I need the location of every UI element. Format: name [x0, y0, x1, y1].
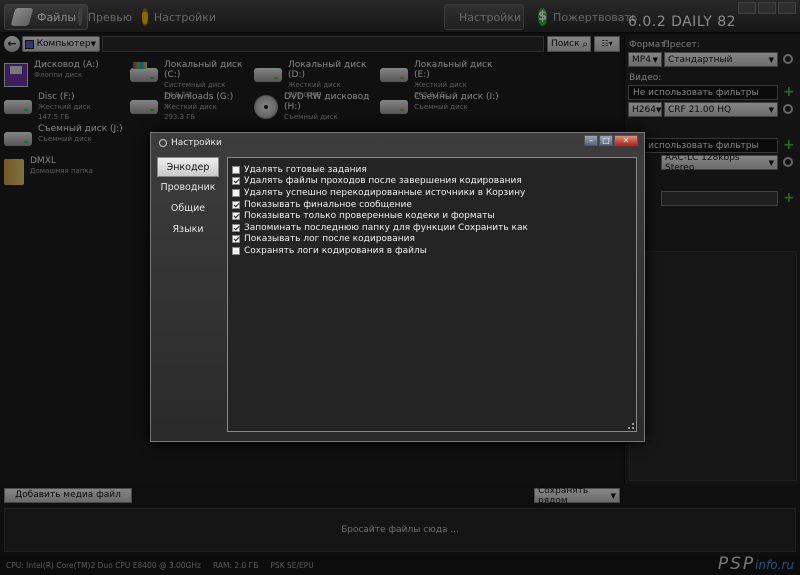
checkbox[interactable] [232, 177, 240, 186]
menu-explorer[interactable]: Проводник [157, 178, 219, 198]
checkbox[interactable] [232, 223, 240, 232]
option-label: Удалять готовые задания [244, 164, 367, 175]
encoder-options: Удалять готовые задания Удалять файлы пр… [227, 157, 637, 432]
option-label: Показывать финальное сообщение [244, 199, 412, 210]
checkbox[interactable] [232, 246, 240, 255]
menu-languages[interactable]: Языки [157, 220, 219, 240]
checkbox[interactable] [232, 235, 240, 244]
checkbox[interactable] [232, 188, 240, 197]
checkbox[interactable] [232, 212, 240, 221]
dialog-maximize-button[interactable]: □ [599, 135, 613, 146]
option-row[interactable]: Сохранять логи кодирования в файлы [228, 245, 636, 257]
option-row[interactable]: Запоминать последнюю папку для функции С… [228, 222, 636, 234]
option-row[interactable]: Удалять успешно перекодированные источни… [228, 187, 636, 199]
dialog-title: Настройки [171, 138, 222, 148]
dialog-minimize-button[interactable]: – [584, 135, 598, 146]
dialog-title-bar: Настройки [159, 138, 222, 148]
dialog-close-button[interactable]: ✕ [614, 135, 638, 146]
option-row[interactable]: Показывать финальное сообщение [228, 199, 636, 211]
checkbox[interactable] [232, 200, 240, 209]
option-label: Сохранять логи кодирования в файлы [244, 245, 427, 256]
settings-icon [159, 139, 167, 147]
option-row[interactable]: Удалять готовые задания [228, 164, 636, 176]
dialog-window-controls: – □ ✕ [584, 135, 638, 146]
settings-menu: Энкодер Проводник Общие Языки [157, 157, 219, 241]
menu-encoder[interactable]: Энкодер [157, 157, 219, 177]
settings-dialog: Настройки – □ ✕ Энкодер Проводник Общие … [150, 132, 645, 442]
option-label: Удалять успешно перекодированные источни… [244, 187, 526, 198]
option-label: Показывать только проверенные кодеки и ф… [244, 211, 495, 222]
option-label: Удалять файлы проходов после завершения … [244, 176, 522, 187]
resize-grip-icon[interactable] [628, 423, 634, 429]
option-row[interactable]: Удалять файлы проходов после завершения … [228, 176, 636, 188]
option-row[interactable]: Показывать лог после кодирования [228, 234, 636, 246]
option-label: Запоминать последнюю папку для функции С… [244, 222, 528, 233]
menu-general[interactable]: Общие [157, 199, 219, 219]
checkbox[interactable] [232, 165, 240, 174]
option-row[interactable]: Показывать только проверенные кодеки и ф… [228, 210, 636, 222]
option-label: Показывать лог после кодирования [244, 234, 415, 245]
